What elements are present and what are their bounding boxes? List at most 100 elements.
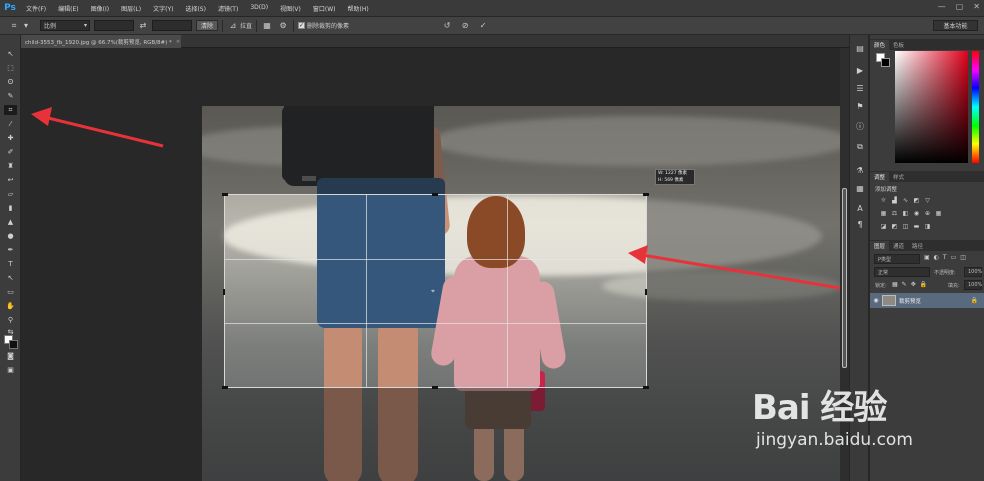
tool-presets-icon[interactable]: ⚗ — [854, 165, 866, 177]
threshold-icon[interactable]: ◫ — [902, 223, 909, 230]
crop-handle-bottom-right[interactable] — [643, 386, 649, 389]
crop-handle-top-right[interactable] — [643, 193, 649, 196]
properties-icon[interactable]: ☰ — [854, 83, 866, 95]
screen-mode-icon[interactable]: ▣ — [4, 365, 17, 375]
tab-layers[interactable]: 图层 — [870, 241, 890, 251]
straighten-icon[interactable]: ⊿ — [227, 20, 239, 32]
type-tool-icon[interactable]: T — [4, 259, 17, 269]
crop-box[interactable]: ⌖ — [222, 193, 649, 389]
curves-icon[interactable]: ∿ — [902, 197, 909, 204]
invert-icon[interactable]: ◪ — [880, 223, 887, 230]
clone-stamp-tool-icon[interactable]: ♜ — [4, 161, 17, 171]
crop-handle-top[interactable] — [432, 193, 438, 196]
hue-slider[interactable] — [972, 51, 979, 163]
scroll-thumb[interactable] — [842, 188, 847, 368]
eraser-tool-icon[interactable]: ▱ — [4, 189, 17, 199]
height-input[interactable] — [152, 20, 192, 31]
lock-pixels-icon[interactable]: ✎ — [902, 281, 907, 288]
layer-kind-filter[interactable]: P类型 — [874, 254, 920, 264]
crop-handle-bottom[interactable] — [432, 386, 438, 389]
levels-icon[interactable]: ▟ — [891, 197, 898, 204]
brightness-icon[interactable]: ☼ — [880, 197, 887, 204]
ratio-select[interactable]: 比例 ▾ — [40, 20, 90, 31]
tab-swatches[interactable]: 色板 — [889, 40, 908, 50]
tab-adjustments[interactable]: 调整 — [870, 172, 890, 182]
dodge-tool-icon[interactable]: ● — [4, 231, 17, 241]
tab-color[interactable]: 颜色 — [870, 40, 890, 50]
blend-mode-select[interactable]: 正常 — [874, 267, 930, 277]
commit-icon[interactable]: ✓ — [477, 20, 489, 32]
hue-saturation-icon[interactable]: ▦ — [880, 210, 887, 217]
quick-mask-icon[interactable]: ◙ — [4, 351, 17, 361]
hand-tool-icon[interactable]: ✋ — [4, 301, 17, 311]
selective-color-icon[interactable]: ◨ — [924, 223, 931, 230]
gradient-tool-icon[interactable]: ▮ — [4, 203, 17, 213]
blur-tool-icon[interactable]: ▲ — [4, 217, 17, 227]
close-window-button[interactable]: ✕ — [973, 2, 980, 11]
menu-item[interactable]: 滤镜(T) — [212, 4, 244, 13]
menu-item[interactable]: 选择(S) — [179, 4, 212, 13]
brush-presets-icon[interactable]: ⚑ — [854, 101, 866, 113]
crop-handle-bottom-left[interactable] — [222, 386, 228, 389]
photo-filter-icon[interactable]: ◉ — [913, 210, 920, 217]
exposure-icon[interactable]: ◩ — [913, 197, 920, 204]
filter-adjust-icon[interactable]: ◐ — [934, 254, 939, 261]
menu-item[interactable]: 编辑(E) — [52, 4, 84, 13]
minimize-button[interactable]: — — [938, 2, 946, 11]
lasso-tool-icon[interactable]: ʘ — [4, 77, 17, 87]
menu-item[interactable]: 3D(D) — [244, 4, 274, 13]
shape-tool-icon[interactable]: ▭ — [4, 287, 17, 297]
document-tab[interactable]: child-3553_fb_1920.jpg @ 66.7%(裁剪预览, RGB… — [21, 35, 181, 48]
background-color-swatch[interactable] — [9, 340, 18, 349]
opacity-input[interactable]: 100% — [964, 267, 982, 277]
menu-item[interactable]: 帮助(H) — [342, 4, 375, 13]
move-tool-icon[interactable]: ↖ — [4, 49, 17, 59]
pen-tool-icon[interactable]: ✒ — [4, 245, 17, 255]
visibility-eye-icon[interactable]: ◉ — [870, 297, 882, 304]
filter-smart-icon[interactable]: ◫ — [960, 254, 966, 261]
swap-dimensions-icon[interactable]: ⇄ — [137, 20, 149, 32]
width-input[interactable] — [94, 20, 134, 31]
channel-mixer-icon[interactable]: ⊕ — [924, 210, 931, 217]
posterize-icon[interactable]: ◩ — [891, 223, 898, 230]
actions-icon[interactable]: ▶ — [854, 65, 866, 77]
filter-pixel-icon[interactable]: ▣ — [924, 254, 930, 261]
crop-tool-icon[interactable]: ⌗ — [4, 105, 17, 115]
quick-select-tool-icon[interactable]: ✎ — [4, 91, 17, 101]
canvas-area[interactable]: ⌖ W: 1227 像素 H: 569 像素 — [21, 48, 840, 481]
clear-button[interactable]: 清除 — [196, 20, 219, 31]
gradient-map-icon[interactable]: ▬ — [913, 223, 920, 230]
vibrance-icon[interactable]: ▽ — [924, 197, 931, 204]
color-panel-background-swatch[interactable] — [881, 58, 890, 67]
crop-handle-right[interactable] — [645, 289, 647, 295]
paragraph-icon[interactable]: ¶ — [854, 219, 866, 231]
lock-transparent-icon[interactable]: ▦ — [892, 281, 898, 288]
crop-tool-preset-icon[interactable]: ⌗ — [8, 20, 20, 32]
character-icon[interactable]: A — [854, 203, 866, 215]
path-select-tool-icon[interactable]: ↖ — [4, 273, 17, 283]
filter-shape-icon[interactable]: ▭ — [951, 254, 957, 261]
menu-item[interactable]: 文件(F) — [20, 4, 52, 13]
menu-item[interactable]: 视图(V) — [274, 4, 307, 13]
crop-handle-top-left[interactable] — [222, 193, 228, 196]
tab-styles[interactable]: 样式 — [889, 172, 908, 182]
color-spectrum[interactable] — [895, 51, 968, 163]
menu-item[interactable]: 文字(Y) — [147, 4, 179, 13]
healing-tool-icon[interactable]: ✚ — [4, 133, 17, 143]
tab-channels[interactable]: 通道 — [889, 241, 908, 251]
clone-source-icon[interactable]: ⧉ — [854, 141, 866, 153]
cancel-icon[interactable]: ⊘ — [459, 20, 471, 32]
layer-row[interactable]: ◉ 裁剪预览 🔒 — [870, 293, 984, 308]
close-tab-icon[interactable]: × — [176, 39, 181, 45]
delete-pixels-checkbox[interactable]: ✓ — [298, 22, 306, 29]
zoom-tool-icon[interactable]: ⚲ — [4, 315, 17, 325]
menu-item[interactable]: 窗口(W) — [307, 4, 342, 13]
color-balance-icon[interactable]: ⚖ — [891, 210, 898, 217]
crop-handle-left[interactable] — [223, 289, 225, 295]
brush-tool-icon[interactable]: ✐ — [4, 147, 17, 157]
fill-input[interactable]: 100% — [964, 280, 982, 290]
tab-paths[interactable]: 路径 — [908, 241, 927, 251]
layer-name[interactable]: 裁剪预览 — [899, 297, 921, 305]
maximize-button[interactable]: ▢ — [956, 2, 964, 11]
gear-icon[interactable]: ⚙ — [277, 20, 289, 32]
